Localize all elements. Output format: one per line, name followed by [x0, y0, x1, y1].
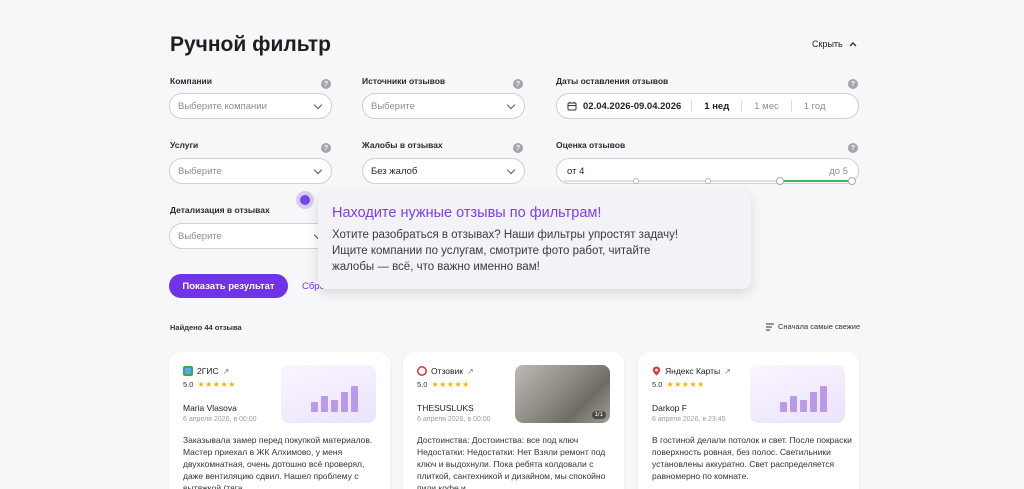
- detail-select[interactable]: Выберите: [169, 223, 332, 249]
- external-link-icon[interactable]: ↗: [467, 367, 474, 376]
- slider-knob-to[interactable]: [848, 177, 856, 185]
- hide-label: Скрыть: [812, 39, 843, 49]
- rating-value: 5.0: [652, 380, 663, 389]
- slider-tick: [633, 178, 639, 184]
- sources-label: Источники отзывов: [362, 76, 446, 86]
- chevron-down-icon: [506, 165, 516, 174]
- review-card[interactable]: 2ГИС ↗ 5.0 ★★★★★ Maria Vlasova 6 апреля 2…: [169, 352, 390, 489]
- chevron-down-icon: [313, 100, 323, 109]
- services-select[interactable]: Выберите: [169, 158, 332, 184]
- tooltip-anchor-dot: [296, 191, 314, 209]
- external-link-icon[interactable]: ↗: [724, 367, 731, 376]
- chevron-down-icon: [506, 100, 516, 109]
- sources-placeholder: Выберите: [371, 100, 415, 112]
- review-author: THESUSLUKS: [417, 403, 474, 413]
- complaints-select[interactable]: Без жалоб: [362, 158, 525, 184]
- tooltip-line: Хотите разобраться в отзывах? Наши фильт…: [332, 229, 679, 241]
- review-source: 2ГИС: [197, 366, 219, 376]
- review-source: Отзовик: [431, 366, 464, 376]
- chevron-down-icon: [313, 165, 323, 174]
- review-date: 6 апреля 2026, в 00:00: [183, 416, 257, 423]
- sources-select[interactable]: Выберите: [362, 93, 525, 119]
- help-icon[interactable]: ?: [848, 79, 858, 89]
- help-icon[interactable]: ?: [321, 143, 331, 153]
- star-rating: ★★★★★: [431, 380, 470, 389]
- tooltip-line: Ищите компании по услугам, смотрите фото…: [332, 245, 651, 257]
- review-source: Яндекс Карты: [665, 366, 721, 376]
- help-icon[interactable]: ?: [513, 143, 523, 153]
- external-link-icon[interactable]: ↗: [223, 367, 230, 376]
- sort-button[interactable]: Сначала самые свежие: [766, 322, 860, 331]
- preset-week[interactable]: 1 нед: [691, 100, 741, 112]
- preset-year[interactable]: 1 год: [790, 100, 838, 112]
- help-icon[interactable]: ?: [848, 143, 858, 153]
- review-text: В гостиной делали потолок и свет. После …: [652, 435, 852, 481]
- rating-value: 5.0: [183, 380, 194, 389]
- services-placeholder: Выберите: [178, 165, 222, 177]
- services-label: Услуги: [170, 140, 199, 150]
- review-author: Maria Vlasova: [183, 403, 237, 413]
- page-title: Ручной фильтр: [170, 33, 331, 56]
- dates-label: Даты оставления отзывов: [556, 76, 669, 86]
- chevron-up-icon: [849, 42, 857, 47]
- map-pin-icon: [652, 366, 661, 376]
- show-result-button[interactable]: Показать результат: [169, 274, 288, 298]
- review-text: Заказывала замер перед покупкой материал…: [183, 435, 373, 489]
- 2gis-logo-icon: [183, 366, 193, 376]
- review-text: Достоинства: Достоинства: все под ключ Н…: [417, 435, 606, 489]
- date-range-picker[interactable]: 02.04.2026-09.04.2026 1 нед 1 мес 1 год: [556, 93, 859, 119]
- slider-tick: [705, 178, 711, 184]
- review-photo[interactable]: 1/1: [515, 365, 610, 423]
- rating-label: Оценка отзывов: [556, 140, 626, 150]
- companies-label: Компании: [170, 76, 213, 86]
- star-rating: ★★★★★: [197, 380, 236, 389]
- companies-select[interactable]: Выберите компании: [169, 93, 332, 119]
- chart-placeholder-icon: [750, 365, 845, 423]
- complaints-value: Без жалоб: [371, 165, 418, 177]
- sort-icon: [766, 323, 774, 330]
- preset-month[interactable]: 1 мес: [741, 100, 791, 112]
- chart-placeholder-icon: [281, 365, 376, 423]
- otzovik-logo-icon: [417, 366, 427, 376]
- tooltip-line: жалобы — всё, что важно именно вам!: [332, 261, 540, 273]
- review-card[interactable]: Отзовик ↗ 5.0 ★★★★★ THESUSLUKS 6 апреля 2…: [403, 352, 624, 489]
- tooltip-title: Находите нужные отзывы по фильтрам!: [332, 205, 602, 221]
- help-icon[interactable]: ?: [513, 79, 523, 89]
- review-date: 6 апреля 2026, в 00:00: [417, 416, 491, 423]
- review-author: Darkop F: [652, 403, 687, 413]
- rating-value: 5.0: [417, 380, 428, 389]
- date-range-value: 02.04.2026-09.04.2026: [583, 100, 682, 112]
- star-rating: ★★★★★: [666, 380, 705, 389]
- photo-counter: 1/1: [591, 411, 606, 419]
- help-icon[interactable]: ?: [321, 79, 331, 89]
- calendar-icon: [567, 101, 577, 111]
- slider-knob-from[interactable]: [776, 177, 784, 185]
- hide-filters-button[interactable]: Скрыть: [812, 39, 857, 49]
- review-card[interactable]: Яндекс Карты ↗ 5.0 ★★★★★ Darkop F 6 апрел…: [638, 352, 859, 489]
- detail-placeholder: Выберите: [178, 230, 222, 242]
- companies-placeholder: Выберите компании: [178, 100, 267, 112]
- rating-slider[interactable]: [560, 175, 856, 187]
- detail-label: Детализация в отзывах: [170, 205, 270, 215]
- complaints-label: Жалобы в отзывах: [362, 140, 443, 150]
- onboarding-tooltip[interactable]: Находите нужные отзывы по фильтрам! Хоти…: [318, 192, 751, 289]
- review-date: 6 апреля 2026, в 23:45: [652, 416, 726, 423]
- results-count: Найдено 44 отзыва: [170, 323, 242, 332]
- sort-label: Сначала самые свежие: [778, 322, 861, 331]
